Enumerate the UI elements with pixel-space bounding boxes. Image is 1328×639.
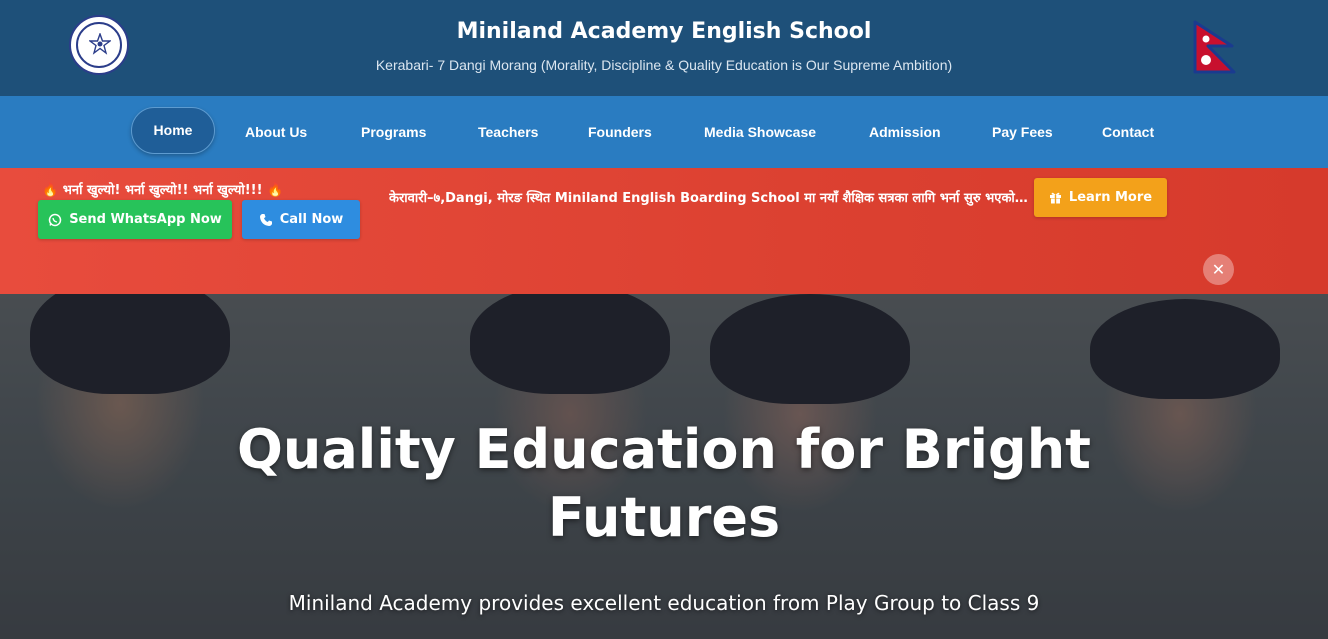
hero-title: Quality Education for Bright Futures — [237, 418, 1091, 549]
admission-ticker: केरावारी–७,Dangi, मोरङ स्थित Miniland En… — [389, 191, 1029, 206]
site-header: Miniland Academy English School Kerabari… — [0, 0, 1328, 96]
nav-item-admission[interactable]: Admission — [869, 96, 941, 168]
fire-icon: 🔥 — [267, 183, 284, 198]
whatsapp-button-label: Send WhatsApp Now — [69, 212, 222, 227]
site-title: Miniland Academy English School — [456, 19, 872, 44]
close-icon[interactable]: ✕ — [1203, 254, 1234, 285]
nav-item-programs[interactable]: Programs — [361, 96, 426, 168]
nav-item-about-us[interactable]: About Us — [245, 96, 307, 168]
nav-item-pay-fees[interactable]: Pay Fees — [992, 96, 1053, 168]
hero-section: Quality Education for Bright Futures Min… — [0, 294, 1328, 639]
call-button[interactable]: Call Now — [242, 200, 360, 239]
site-tagline: Kerabari- 7 Dangi Morang (Morality, Disc… — [375, 57, 953, 73]
hero-subtitle: Miniland Academy provides excellent educ… — [288, 591, 1040, 615]
banner-headline: 🔥 भर्ना खुल्यो! भर्ना खुल्यो!! भर्ना खुल… — [42, 180, 283, 198]
nepal-flag-icon — [1193, 20, 1236, 74]
admission-banner: 🔥 भर्ना खुल्यो! भर्ना खुल्यो!! भर्ना खुल… — [0, 168, 1328, 294]
phone-icon — [259, 213, 272, 226]
whatsapp-icon — [48, 213, 62, 226]
nav-item-media-showcase[interactable]: Media Showcase — [704, 96, 816, 168]
nav-item-contact[interactable]: Contact — [1102, 96, 1154, 168]
fire-icon: 🔥 — [42, 183, 59, 198]
gift-icon — [1049, 192, 1061, 204]
main-nav: Home About Us Programs Teachers Founders… — [0, 96, 1328, 168]
call-button-label: Call Now — [279, 212, 344, 227]
nav-item-teachers[interactable]: Teachers — [478, 96, 538, 168]
learn-more-label: Learn More — [1068, 190, 1153, 205]
nav-item-founders[interactable]: Founders — [588, 96, 652, 168]
banner-headline-text: भर्ना खुल्यो! भर्ना खुल्यो!! भर्ना खुल्य… — [62, 183, 263, 198]
whatsapp-button[interactable]: Send WhatsApp Now — [38, 200, 232, 239]
nav-item-home[interactable]: Home — [131, 107, 215, 154]
learn-more-button[interactable]: Learn More — [1034, 178, 1167, 217]
